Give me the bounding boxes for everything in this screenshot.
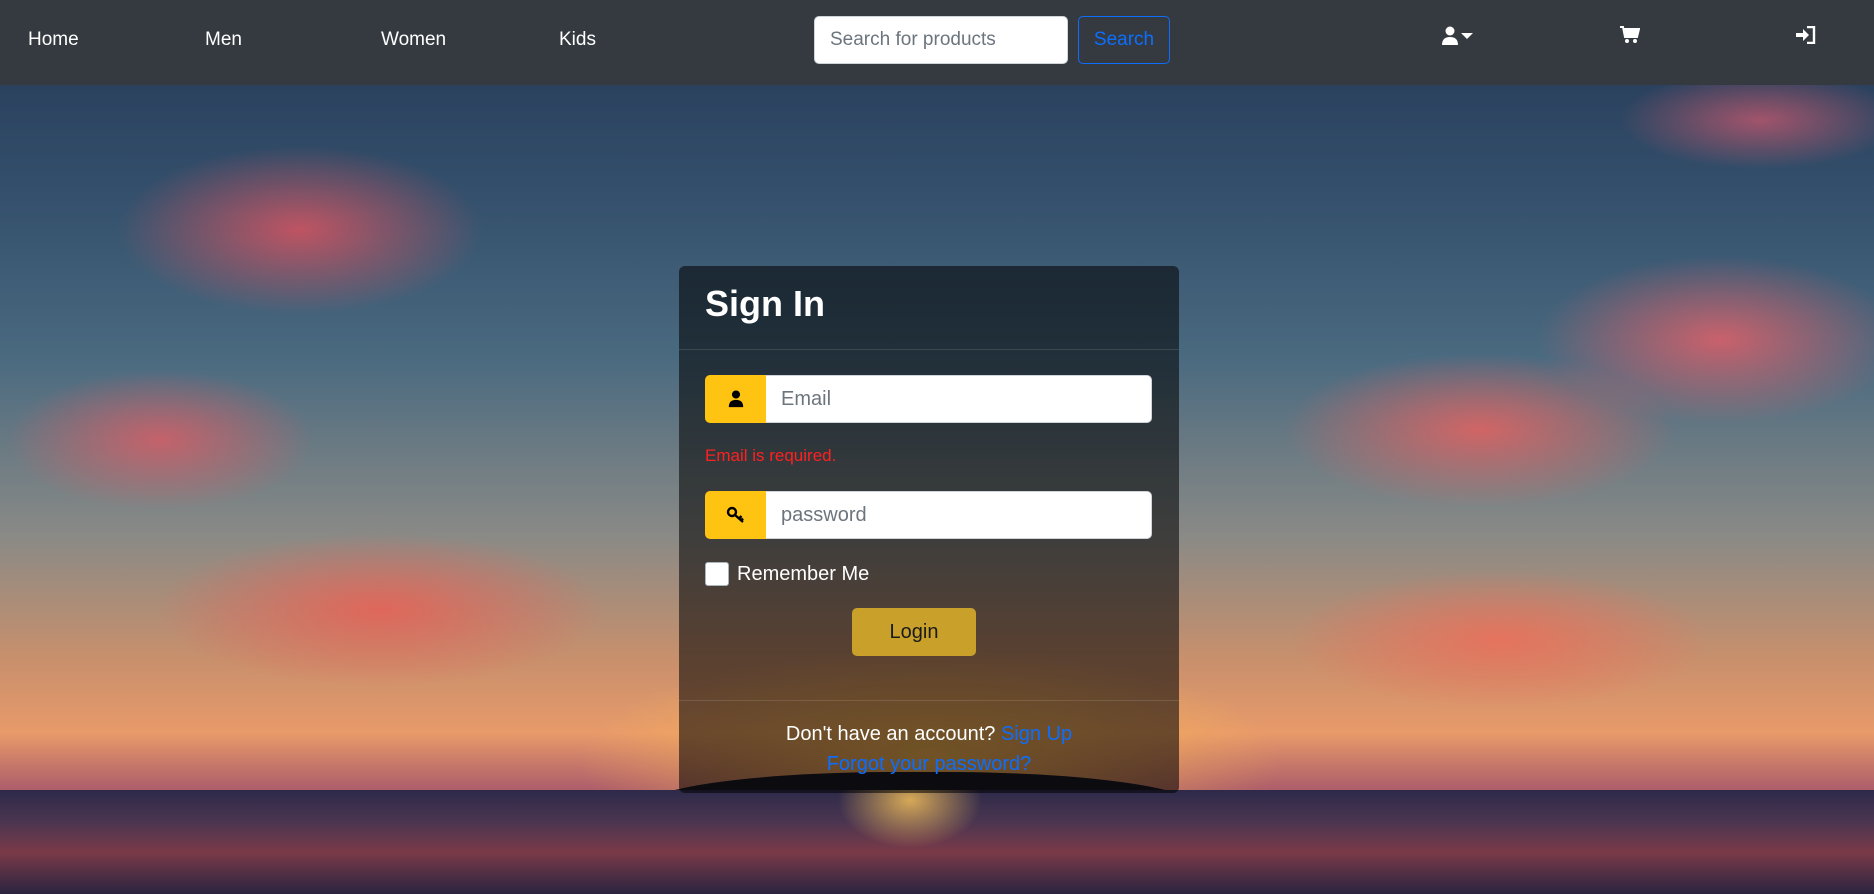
email-input-group — [705, 375, 1152, 423]
sign-in-button[interactable] — [1796, 26, 1816, 44]
caret-down-icon — [1461, 33, 1473, 39]
user-icon — [728, 390, 743, 408]
sign-up-link[interactable]: Sign Up — [1001, 723, 1072, 745]
password-input-group — [705, 491, 1152, 539]
nav-men-link[interactable]: Men — [205, 29, 242, 51]
email-field[interactable] — [766, 375, 1152, 423]
email-prefix — [705, 375, 766, 423]
nav-women-link[interactable]: Women — [381, 29, 446, 51]
email-error-message: Email is required. — [705, 446, 837, 465]
password-field[interactable] — [766, 491, 1152, 539]
card-footer: Don't have an account? Sign Up Forgot yo… — [679, 700, 1179, 793]
search-input[interactable] — [814, 16, 1068, 64]
nav-kids-link[interactable]: Kids — [559, 29, 596, 51]
card-title: Sign In — [705, 283, 825, 324]
signup-prompt: Don't have an account? — [785, 723, 996, 745]
sign-in-card: Sign In Email is required. Remember Me L… — [679, 266, 1179, 793]
remember-me-row: Remember Me — [705, 562, 869, 586]
nav-home-link[interactable]: Home — [28, 29, 79, 51]
top-navbar: Home Men Women Kids Search — [0, 0, 1874, 85]
user-dropdown-toggle[interactable] — [1442, 26, 1473, 46]
cart-button[interactable] — [1620, 26, 1640, 44]
signup-row: Don't have an account? Sign Up — [679, 719, 1179, 749]
card-header: Sign In — [679, 266, 1179, 350]
user-icon — [1442, 26, 1458, 45]
search-button[interactable]: Search — [1078, 16, 1170, 64]
remember-me-checkbox[interactable] — [705, 562, 729, 586]
forgot-password-link[interactable]: Forgot your password? — [827, 753, 1032, 775]
sign-in-icon — [1796, 26, 1816, 44]
sun-reflection — [820, 790, 1000, 894]
cart-icon — [1620, 26, 1640, 43]
key-icon — [726, 506, 744, 523]
password-prefix — [705, 491, 766, 539]
remember-me-label[interactable]: Remember Me — [737, 563, 869, 586]
login-button[interactable]: Login — [852, 608, 976, 656]
